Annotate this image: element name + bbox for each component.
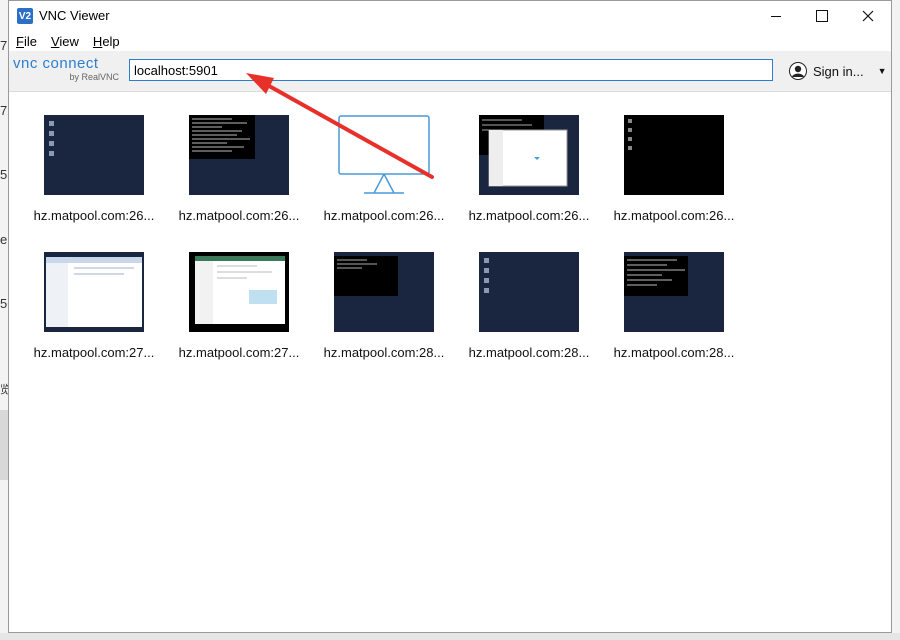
sign-in-label: Sign in... (813, 63, 864, 79)
thumbnail-terminal (189, 115, 289, 195)
thumbnail-terminal-text (624, 252, 724, 332)
logo-text: vnc connect (13, 55, 99, 72)
vnc-viewer-window: V2 VNC Viewer File View Help vnc connect… (8, 0, 892, 633)
title-bar[interactable]: V2 VNC Viewer (9, 1, 891, 31)
address-input[interactable] (129, 59, 773, 81)
tile-label: hz.matpool.com:26... (178, 208, 300, 223)
tile-label: hz.matpool.com:27... (33, 345, 155, 360)
background-text: 7 (0, 38, 8, 53)
menu-view[interactable]: View (50, 34, 80, 49)
user-icon (789, 62, 807, 80)
tile-label: hz.matpool.com:28... (323, 345, 445, 360)
tile-label: hz.matpool.com:27... (178, 345, 300, 360)
chevron-down-icon: ▼ (877, 66, 887, 76)
maximize-button[interactable] (799, 1, 845, 31)
background-right-strip (892, 0, 900, 640)
menu-bar: File View Help (9, 31, 891, 51)
vnc-app-icon: V2 (17, 8, 33, 24)
background-panel (0, 410, 8, 480)
tile-label: hz.matpool.com:26... (468, 208, 590, 223)
monitor-icon (334, 115, 434, 195)
maximize-icon (816, 10, 828, 22)
thumbnail-ide-window (189, 252, 289, 332)
tile-label: hz.matpool.com:26... (613, 208, 735, 223)
background-text: e (0, 232, 8, 247)
thumbnail-file-dialog (479, 115, 579, 195)
tile-label: hz.matpool.com:28... (613, 345, 735, 360)
thumbnail-terminal-small (334, 252, 434, 332)
close-icon (862, 10, 874, 22)
background-bottom-strip (0, 633, 900, 640)
tile-label: hz.matpool.com:26... (323, 208, 445, 223)
thumbnail-desktop (44, 115, 144, 195)
minimize-button[interactable] (753, 1, 799, 31)
thumbnail-app-window (44, 252, 144, 332)
sign-in-button[interactable]: Sign in... ▼ (789, 60, 887, 82)
toolbar: vnc connect by RealVNC Sign in... ▼ (9, 51, 891, 92)
thumbnail-black-desktop (624, 115, 724, 195)
logo-subtext: by RealVNC (69, 72, 119, 82)
menu-help[interactable]: Help (92, 34, 121, 49)
minimize-icon (771, 15, 781, 17)
menu-file[interactable]: File (15, 34, 38, 49)
tile-label: hz.matpool.com:28... (468, 345, 590, 360)
window-title: VNC Viewer (39, 8, 110, 23)
thumbnail-desktop (479, 252, 579, 332)
close-button[interactable] (845, 1, 891, 31)
tile-label: hz.matpool.com:26... (33, 208, 155, 223)
vnc-connect-logo: vnc connect by RealVNC (13, 56, 123, 86)
